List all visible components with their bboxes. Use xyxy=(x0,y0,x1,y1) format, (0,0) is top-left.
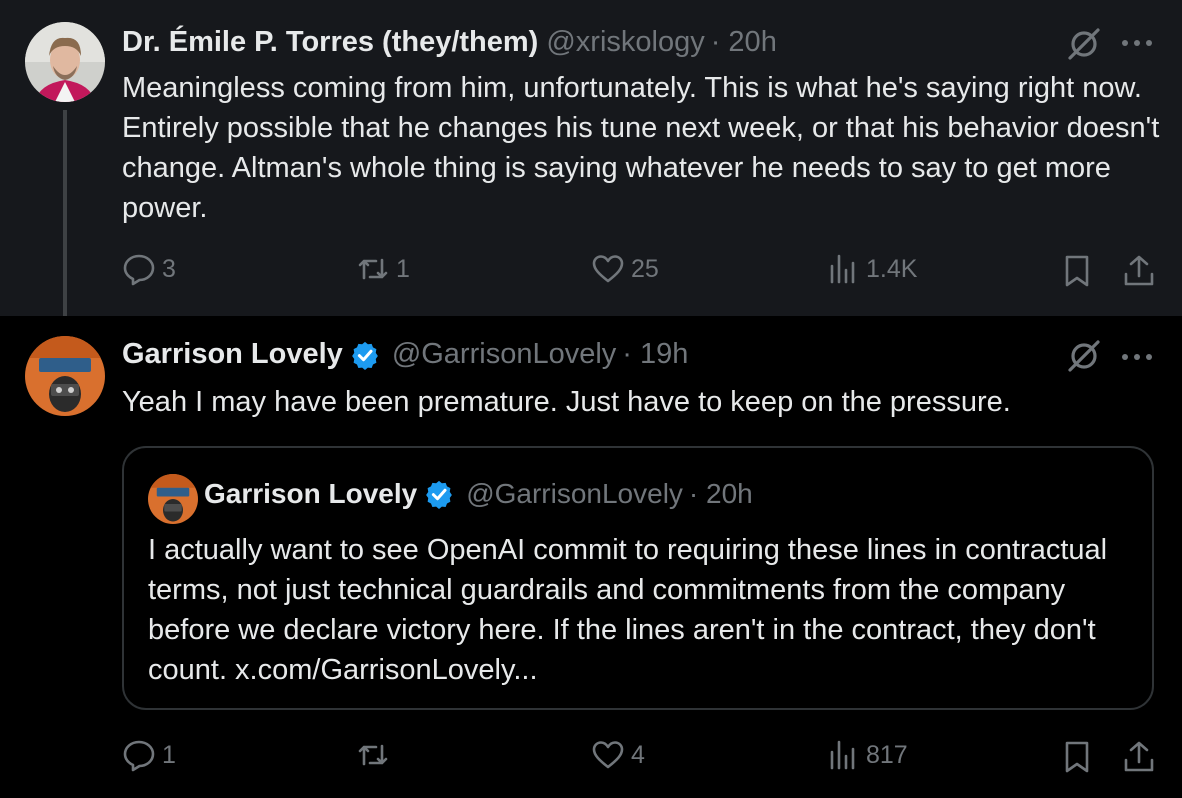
avatar[interactable] xyxy=(25,336,105,416)
views-icon xyxy=(830,740,855,770)
action-bar: 1 4 817 xyxy=(0,738,1182,778)
author-name[interactable]: Dr. Émile P. Torres (they/them) xyxy=(122,26,538,59)
tweet-header: Dr. Émile P. Torres (they/them) @xriskol… xyxy=(122,26,777,59)
bookmark-icon[interactable] xyxy=(1060,254,1094,288)
reply-button[interactable]: 1 xyxy=(122,738,176,772)
reply-count: 1 xyxy=(162,740,176,769)
more-icon[interactable] xyxy=(1122,38,1154,48)
reply-count: 3 xyxy=(162,254,176,283)
like-button[interactable]: 4 xyxy=(591,738,645,772)
views-button[interactable]: 817 xyxy=(826,738,908,772)
quoted-author-handle: @GarrisonLovely xyxy=(466,478,683,509)
tweet-text: Yeah I may have been premature. Just hav… xyxy=(122,386,1011,418)
action-bar: 3 1 25 1.4K xyxy=(0,252,1182,292)
repost-button[interactable] xyxy=(356,738,396,772)
verified-badge-icon xyxy=(350,340,380,370)
tweet-torres[interactable]: Dr. Émile P. Torres (they/them) @xriskol… xyxy=(0,0,1182,328)
reply-icon xyxy=(123,254,155,286)
repost-icon xyxy=(358,258,388,280)
quoted-timestamp: · 20h xyxy=(688,478,753,509)
grok-icon[interactable] xyxy=(1066,26,1102,62)
quoted-tweet[interactable]: Garrison Lovely @GarrisonLovely · 20h I … xyxy=(122,446,1154,710)
share-icon[interactable] xyxy=(1122,254,1156,288)
avatar[interactable] xyxy=(25,22,105,102)
like-count: 25 xyxy=(631,254,659,283)
quoted-header: Garrison Lovely @GarrisonLovely · 20h xyxy=(204,478,753,510)
tweet-text: Meaningless coming from him, unfortunate… xyxy=(122,72,1160,224)
like-count: 4 xyxy=(631,740,645,769)
reply-icon xyxy=(123,740,155,772)
quoted-tweet-text: I actually want to see OpenAI commit to … xyxy=(148,534,1108,686)
tweet-lovely[interactable]: Garrison Lovely @GarrisonLovely · 19h Ye… xyxy=(0,316,1182,798)
timestamp[interactable]: · 20h xyxy=(711,26,777,59)
quoted-avatar xyxy=(148,474,198,524)
like-icon xyxy=(592,741,624,769)
share-icon[interactable] xyxy=(1122,740,1156,774)
thread-connector xyxy=(63,110,67,328)
like-button[interactable]: 25 xyxy=(591,252,659,286)
bookmark-icon[interactable] xyxy=(1060,740,1094,774)
timestamp[interactable]: · 19h xyxy=(622,338,688,371)
views-count: 817 xyxy=(866,740,908,769)
author-name[interactable]: Garrison Lovely xyxy=(122,338,343,371)
views-count: 1.4K xyxy=(866,254,918,283)
reply-button[interactable]: 3 xyxy=(122,252,176,286)
author-handle[interactable]: @xriskology xyxy=(546,26,704,59)
tweet-header: Garrison Lovely @GarrisonLovely · 19h xyxy=(122,338,688,371)
quoted-author-name: Garrison Lovely xyxy=(204,478,418,509)
grok-icon[interactable] xyxy=(1066,338,1102,374)
repost-count: 1 xyxy=(396,254,410,283)
views-button[interactable]: 1.4K xyxy=(826,252,917,286)
more-icon[interactable] xyxy=(1122,352,1154,362)
like-icon xyxy=(592,255,624,283)
repost-button[interactable]: 1 xyxy=(356,252,410,286)
views-icon xyxy=(830,254,855,284)
verified-badge-icon xyxy=(424,479,454,509)
repost-icon xyxy=(358,744,388,766)
author-handle[interactable]: @GarrisonLovely xyxy=(392,338,616,371)
